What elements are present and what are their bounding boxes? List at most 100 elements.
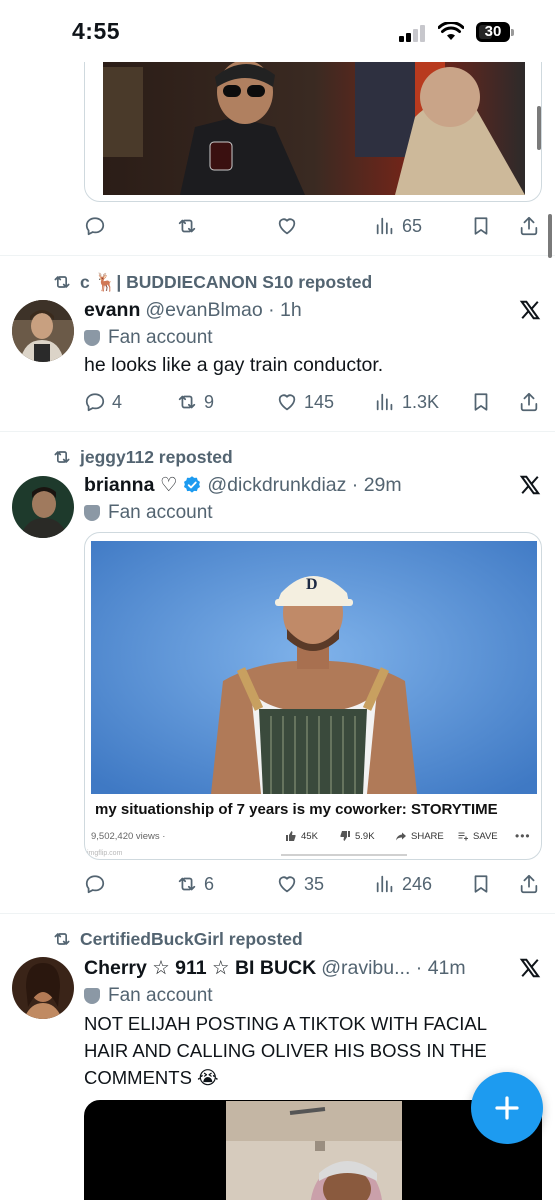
fan-account-label: Fan account — [84, 326, 213, 350]
share-icon — [520, 392, 538, 412]
tweet-divider — [0, 913, 555, 914]
avatar[interactable] — [12, 300, 74, 362]
video-save[interactable]: SAVE — [457, 830, 498, 842]
x-logo-icon[interactable] — [519, 474, 541, 496]
like-button[interactable] — [276, 211, 304, 241]
author-name[interactable]: brianna ♡ — [84, 473, 177, 497]
like-button[interactable]: 35 — [276, 869, 324, 899]
reply-button[interactable] — [84, 869, 112, 899]
tweet-media-image[interactable] — [84, 46, 542, 202]
reply-icon — [85, 875, 105, 894]
author-handle[interactable]: @evanBlmao · 1h — [145, 299, 301, 322]
more-options-icon[interactable]: ••• — [515, 829, 531, 843]
bookmark-button[interactable] — [470, 387, 492, 417]
battery-icon: 30 — [476, 22, 514, 42]
share-icon — [520, 874, 538, 894]
views-button[interactable]: 65 — [374, 211, 422, 241]
bookmark-button[interactable] — [470, 869, 492, 899]
video-share[interactable]: SHARE — [395, 830, 444, 842]
avatar[interactable] — [12, 957, 74, 1019]
views-button[interactable]: 246 — [374, 869, 432, 899]
heart-icon — [278, 394, 296, 411]
author-name[interactable]: Cherry ☆ 911 ☆ BI BUCK — [84, 956, 316, 980]
avatar[interactable] — [12, 476, 74, 538]
like-button[interactable]: 145 — [276, 387, 334, 417]
repost-count: 9 — [204, 391, 215, 412]
person-photo: D — [91, 541, 537, 794]
share-button[interactable] — [518, 869, 540, 899]
tweet-media-image[interactable]: D my situationship of 7 years is my cowo… — [84, 532, 542, 860]
share-arrow-icon — [396, 832, 406, 841]
reposted-by-text: CertifiedBuckGirl reposted — [80, 928, 303, 949]
avatar-photo — [12, 300, 74, 362]
tweet-actions: 6 35 246 — [84, 869, 544, 899]
author-name[interactable]: evann — [84, 299, 140, 322]
repost-icon — [178, 219, 196, 233]
repost-button[interactable]: 6 — [176, 869, 214, 899]
share-button[interactable] — [518, 387, 540, 417]
avatar-photo — [12, 476, 74, 538]
author-line: brianna ♡ @dickdrunkdiaz · 29m — [84, 472, 402, 498]
imgflip-watermark: imgflip.com — [87, 850, 123, 857]
share-button[interactable] — [518, 211, 540, 241]
tweet-divider — [0, 255, 555, 256]
views-count: 246 — [402, 873, 433, 894]
save-playlist-icon — [458, 832, 468, 841]
mask-icon — [84, 505, 100, 521]
reply-icon — [85, 217, 105, 236]
video-like[interactable]: 45K — [285, 830, 318, 842]
tweet-actions: 65 — [84, 211, 544, 241]
avatar-photo — [12, 957, 74, 1019]
bookmark-icon — [474, 875, 488, 893]
repost-icon — [54, 933, 70, 945]
video-views: 9,502,420 views · — [91, 831, 166, 842]
author-handle[interactable]: @ravibu... · 41m — [321, 957, 465, 980]
repost-icon — [178, 395, 196, 409]
fan-account-text: Fan account — [108, 502, 213, 523]
views-count: 1.3K — [402, 391, 440, 412]
video-save-label: SAVE — [473, 830, 498, 842]
x-logo-icon[interactable] — [519, 957, 541, 979]
video-progress-track — [281, 854, 407, 856]
bookmark-icon — [474, 217, 488, 235]
status-time: 4:55 — [72, 18, 121, 44]
author-line: Cherry ☆ 911 ☆ BI BUCK @ravibu... · 41m — [84, 955, 466, 981]
video-likes-count: 45K — [301, 830, 318, 842]
bookmark-button[interactable] — [470, 211, 492, 241]
thumbs-down-icon — [340, 831, 350, 841]
fan-account-label: Fan account — [84, 501, 213, 525]
author-handle[interactable]: @dickdrunkdiaz · 29m — [207, 474, 401, 497]
repost-icon — [178, 877, 196, 891]
views-icon — [376, 875, 393, 893]
repost-button[interactable]: 9 — [176, 387, 214, 417]
scroll-indicator[interactable] — [537, 106, 541, 150]
reply-icon — [85, 393, 105, 412]
video-share-label: SHARE — [411, 830, 444, 842]
reposted-by-text: c 🦌| BUDDIECANON S10 reposted — [80, 271, 373, 292]
tweet-actions: 4 9 145 1.3K — [84, 387, 544, 417]
reply-count: 4 — [112, 391, 123, 412]
compose-post-button[interactable] — [471, 1072, 543, 1144]
thumbs-up-icon — [286, 831, 296, 841]
svg-text:D: D — [306, 576, 318, 593]
cellular-signal-icon — [399, 24, 429, 42]
repost-button[interactable] — [176, 211, 204, 241]
views-button[interactable]: 1.3K — [374, 387, 439, 417]
tweet-divider — [0, 431, 555, 432]
video-thumbnail: D — [91, 541, 537, 794]
plus-icon — [495, 1096, 519, 1120]
fan-account-text: Fan account — [108, 985, 213, 1006]
author-line: evann @evanBlmao · 1h — [84, 297, 302, 323]
scene-photo — [103, 47, 525, 195]
scroll-indicator[interactable] — [548, 214, 552, 258]
reply-button[interactable] — [84, 211, 112, 241]
like-count: 35 — [304, 873, 325, 894]
reposted-by-text: jeggy112 reposted — [80, 446, 233, 467]
reply-button[interactable]: 4 — [84, 387, 122, 417]
x-logo-icon[interactable] — [519, 299, 541, 321]
heart-icon — [278, 218, 296, 235]
video-dislike[interactable]: 5.9K — [339, 830, 375, 842]
bookmark-icon — [474, 393, 488, 411]
video-title: my situationship of 7 years is my cowork… — [95, 801, 498, 818]
like-count: 145 — [304, 391, 335, 412]
